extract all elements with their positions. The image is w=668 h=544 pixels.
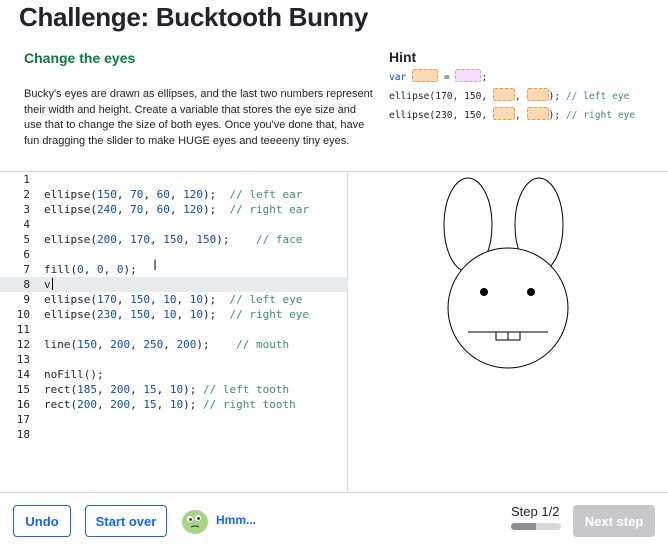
right-eye bbox=[527, 288, 535, 296]
line-number: 8 bbox=[23, 278, 30, 291]
hint-right-eye-call: ellipse(230, 150, bbox=[389, 110, 488, 121]
code-line[interactable]: 17 bbox=[0, 412, 348, 427]
left-eye bbox=[480, 288, 488, 296]
hint-equals: = bbox=[443, 72, 450, 83]
line-number: 17 bbox=[16, 413, 30, 426]
code-line[interactable]: 5 ellipse(200, 170, 150, 150); // face bbox=[0, 232, 348, 247]
code-line[interactable]: 6 bbox=[0, 247, 348, 262]
code-line[interactable]: 4 bbox=[0, 217, 348, 232]
hint-right-eye-end: ); bbox=[548, 110, 561, 121]
hint-left-eye-call: ellipse(170, 150, bbox=[389, 91, 488, 102]
code-text[interactable]: fill(0, 0, 0); bbox=[44, 262, 137, 277]
hint-blank-right-width bbox=[492, 107, 515, 120]
code-line[interactable]: 16 rect(200, 200, 15, 10); // right tooth bbox=[0, 397, 348, 412]
line-number: 10 bbox=[16, 308, 30, 321]
step-label: Step 1/2 bbox=[511, 504, 560, 519]
undo-button[interactable]: Undo bbox=[13, 505, 71, 537]
start-over-button[interactable]: Start over bbox=[85, 505, 167, 537]
code-line[interactable]: 7 fill(0, 0, 0); bbox=[0, 262, 348, 277]
code-line[interactable]: 14 noFill(); bbox=[0, 367, 348, 382]
line-number: 13 bbox=[16, 353, 30, 366]
code-line[interactable]: 3 ellipse(240, 70, 60, 120); // right ear bbox=[0, 202, 348, 217]
code-line[interactable]: 10 ellipse(230, 150, 10, 10); // right ey… bbox=[0, 307, 348, 322]
code-text[interactable]: rect(185, 200, 15, 10); // left tooth bbox=[44, 382, 289, 397]
code-line[interactable]: 2 ellipse(150, 70, 60, 120); // left ear bbox=[0, 187, 348, 202]
hint-right-eye-sep: , bbox=[514, 110, 521, 121]
code-line[interactable]: 8v bbox=[0, 277, 348, 292]
code-line[interactable]: 13 bbox=[0, 352, 348, 367]
code-text[interactable]: ellipse(240, 70, 60, 120); // right ear bbox=[44, 202, 309, 217]
code-line[interactable]: 1 bbox=[0, 172, 348, 187]
line-number: 16 bbox=[16, 398, 30, 411]
footer-bar: Undo Start over Hmm... Step 1/2 Next ste… bbox=[0, 492, 668, 544]
step-subtitle: Change the eyes bbox=[24, 50, 136, 66]
code-text[interactable]: ellipse(230, 150, 10, 10); // right eye bbox=[44, 307, 309, 322]
hint-blank-left-width bbox=[492, 88, 515, 101]
line-number: 9 bbox=[23, 293, 30, 306]
status-message: Hmm... bbox=[216, 513, 257, 527]
line-number: 2 bbox=[23, 188, 30, 201]
line-number: 1 bbox=[23, 173, 30, 186]
line-number: 14 bbox=[16, 368, 30, 381]
code-text[interactable]: rect(200, 200, 15, 10); // right tooth bbox=[44, 397, 296, 412]
hint-line-left-eye: ellipse(170, 150, , ); // left eye bbox=[389, 88, 661, 107]
line-number: 7 bbox=[23, 263, 30, 276]
hint-var-keyword: var bbox=[389, 72, 407, 83]
hint-panel: Hint var = ; ellipse(170, 150, , ); // l… bbox=[389, 49, 661, 126]
line-number: 12 bbox=[16, 338, 30, 351]
hint-left-eye-sep: , bbox=[514, 91, 521, 102]
hint-right-eye-comment: // right eye bbox=[565, 110, 636, 121]
page-title: Challenge: Bucktooth Bunny bbox=[19, 2, 368, 32]
code-line[interactable]: 9 ellipse(170, 150, 10, 10); // left eye bbox=[0, 292, 348, 307]
output-canvas[interactable] bbox=[349, 172, 668, 492]
code-editor[interactable]: I 1 2 ellipse(150, 70, 60, 120); // left e… bbox=[0, 172, 348, 492]
hint-blank-value bbox=[455, 69, 482, 82]
code-text[interactable]: ellipse(200, 170, 150, 150); // face bbox=[44, 232, 302, 247]
code-text[interactable]: ellipse(150, 70, 60, 120); // left ear bbox=[44, 187, 302, 202]
hint-left-eye-comment: // left eye bbox=[565, 91, 630, 102]
code-line[interactable]: 15 rect(185, 200, 15, 10); // left tooth bbox=[0, 382, 348, 397]
bunny-drawing bbox=[443, 177, 569, 369]
hint-blank-left-height bbox=[526, 88, 549, 101]
code-text[interactable]: line(150, 200, 250, 200); // mouth bbox=[44, 337, 289, 352]
code-text[interactable]: noFill(); bbox=[44, 367, 104, 382]
hint-line-right-eye: ellipse(230, 150, , ); // right eye bbox=[389, 107, 661, 126]
hint-blank-right-height bbox=[526, 107, 549, 120]
green-blob-avatar-icon bbox=[182, 510, 208, 534]
face bbox=[447, 247, 569, 369]
next-step-button: Next step bbox=[573, 505, 655, 537]
step-description: Bucky's eyes are drawn as ellipses, and … bbox=[24, 88, 373, 147]
hint-blank-name bbox=[412, 69, 439, 82]
code-text[interactable]: ellipse(170, 150, 10, 10); // left eye bbox=[44, 292, 302, 307]
hint-left-eye-end: ); bbox=[548, 91, 561, 102]
line-number: 18 bbox=[16, 428, 30, 441]
code-line[interactable]: 18 bbox=[0, 427, 348, 442]
hint-semicolon: ; bbox=[481, 72, 488, 83]
line-number: 11 bbox=[16, 323, 30, 336]
hint-line-var: var = ; bbox=[389, 69, 661, 88]
caret bbox=[51, 278, 53, 290]
code-line[interactable]: 11 bbox=[0, 322, 348, 337]
code-text[interactable]: v bbox=[44, 277, 53, 292]
code-line[interactable]: 12 line(150, 200, 250, 200); // mouth bbox=[0, 337, 348, 352]
line-number: 5 bbox=[23, 233, 30, 246]
challenge-header: Challenge: Bucktooth Bunny Change the ey… bbox=[0, 0, 668, 172]
line-number: 4 bbox=[23, 218, 30, 231]
step-progress-bar bbox=[511, 523, 561, 530]
line-number: 3 bbox=[23, 203, 30, 216]
line-number: 6 bbox=[23, 248, 30, 261]
hint-title: Hint bbox=[389, 49, 417, 65]
step-progress-fill bbox=[511, 523, 536, 530]
line-number: 15 bbox=[16, 383, 30, 396]
